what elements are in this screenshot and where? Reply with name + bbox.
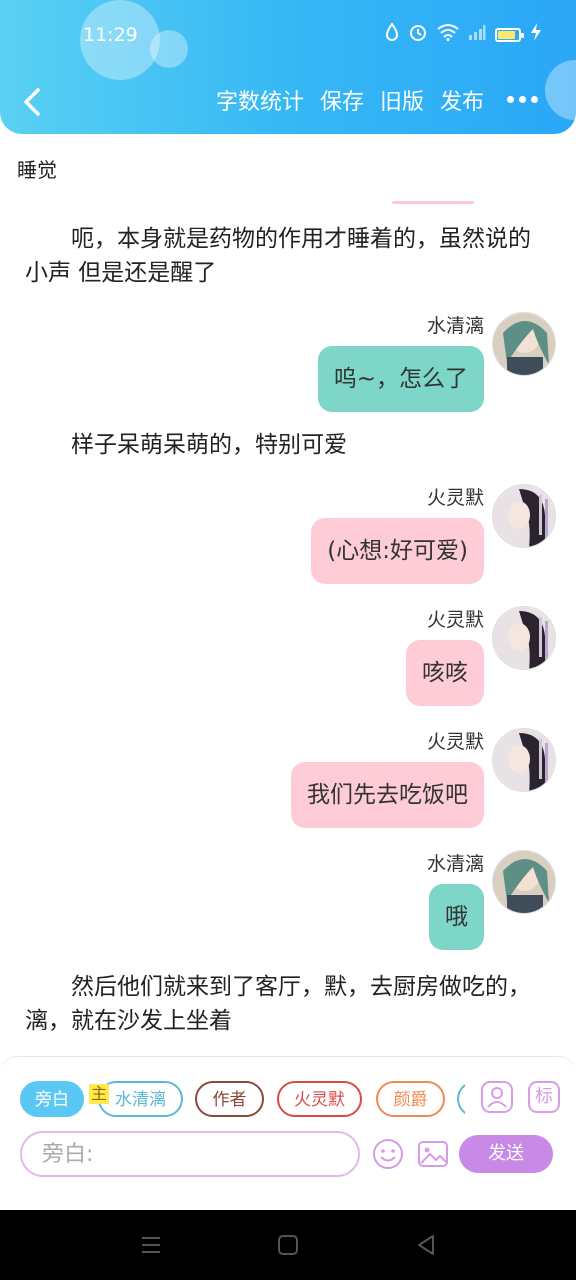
user-icon xyxy=(481,1081,513,1113)
narration-text: 呃，本身就是药物的作用才睡着的，虽然说的小声 但是还是醒了 xyxy=(25,226,531,286)
shuiqingli-avatar[interactable] xyxy=(492,850,556,914)
narration-block[interactable]: 呃，本身就是药物的作用才睡着的，虽然说的小声 但是还是醒了 xyxy=(25,222,545,290)
chat-message[interactable]: 火灵默 咳咳 xyxy=(406,606,556,706)
main-role-tag: 主 xyxy=(89,1084,110,1104)
chat-message[interactable]: 水清漓 呜~，怎么了 xyxy=(317,312,556,412)
message-body: 水清漓 哦 xyxy=(427,850,484,950)
more-dot xyxy=(519,96,526,103)
more-dot xyxy=(507,96,514,103)
sender-name: 水清漓 xyxy=(426,315,484,337)
role-chip-yanjue[interactable]: 颜爵 xyxy=(376,1081,445,1117)
emoji-icon xyxy=(373,1139,403,1169)
more-dot xyxy=(531,96,538,103)
role-manage-button[interactable] xyxy=(480,1080,514,1114)
save-button[interactable]: 保存 xyxy=(320,86,364,120)
image-button[interactable] xyxy=(416,1137,450,1171)
role-chip-author[interactable]: 作者 xyxy=(195,1081,264,1117)
chat-bubble[interactable]: (心想:好可爱) xyxy=(311,518,484,584)
droplet-icon xyxy=(385,22,399,47)
system-nav-bar xyxy=(0,1210,576,1280)
chat-message[interactable]: 火灵默 (心想:好可爱) xyxy=(311,484,556,584)
message-body: 水清漓 呜~，怎么了 xyxy=(317,312,484,412)
role-chip-more[interactable] xyxy=(457,1081,465,1117)
chat-message[interactable]: 水清漓 哦 xyxy=(427,850,556,950)
sender-name: 火灵默 xyxy=(426,731,484,753)
sender-name: 火灵默 xyxy=(426,609,484,631)
publish-button[interactable]: 发布 xyxy=(440,86,484,120)
menu-nav-button[interactable] xyxy=(138,1232,164,1258)
status-time: 11:29 xyxy=(83,24,138,46)
word-count-button[interactable]: 字数统计 xyxy=(216,86,304,120)
chat-bubble[interactable]: 我们先去吃饭吧 xyxy=(291,762,484,828)
role-chip-shuiqingli[interactable]: 水清漓 xyxy=(98,1081,183,1117)
story-title: 睡觉 xyxy=(17,158,57,182)
chat-message[interactable]: 火灵默 我们先去吃饭吧 xyxy=(291,728,556,828)
role-chip-huolingmo[interactable]: 火灵默 xyxy=(277,1081,362,1117)
signal-icon xyxy=(468,23,486,47)
role-selector: 旁白 水清漓 作者 火灵默 颜爵 xyxy=(20,1081,465,1119)
home-square-icon xyxy=(278,1235,298,1255)
wifi-icon xyxy=(437,23,459,47)
chat-bubble[interactable]: 咳咳 xyxy=(406,640,484,706)
emoji-button[interactable] xyxy=(371,1137,405,1171)
huolingmo-avatar[interactable] xyxy=(492,484,556,548)
message-body: 火灵默 我们先去吃饭吧 xyxy=(291,728,484,828)
image-icon xyxy=(418,1141,448,1167)
more-options-button[interactable] xyxy=(507,96,538,103)
narration-text: 然后他们就来到了客厅，默，去厨房做吃的，漓，就在沙发上坐着 xyxy=(25,974,531,1034)
send-button[interactable]: 发送 xyxy=(459,1135,553,1173)
mark-label: 标 xyxy=(535,1086,553,1107)
back-button[interactable] xyxy=(18,84,46,120)
message-input[interactable] xyxy=(20,1131,360,1177)
chevron-left-icon xyxy=(24,88,40,116)
message-body: 火灵默 (心想:好可爱) xyxy=(311,484,484,584)
huolingmo-avatar[interactable] xyxy=(492,606,556,670)
narration-block[interactable]: 然后他们就来到了客厅，默，去厨房做吃的，漓，就在沙发上坐着 xyxy=(25,970,545,1038)
role-chip-narration[interactable]: 旁白 xyxy=(20,1081,84,1117)
huolingmo-avatar[interactable] xyxy=(492,728,556,792)
shuiqingli-avatar[interactable] xyxy=(492,312,556,376)
decor-bubble xyxy=(545,60,576,120)
mark-button[interactable]: 标 xyxy=(527,1080,561,1114)
top-header: 11:29 字数统计 保存 旧版 发布 xyxy=(0,0,576,134)
decor-bubble xyxy=(150,30,188,68)
chat-bubble[interactable]: 呜~，怎么了 xyxy=(317,346,484,412)
back-nav-button[interactable] xyxy=(413,1232,439,1258)
old-version-button[interactable]: 旧版 xyxy=(380,86,424,120)
narration-block[interactable]: 样子呆萌呆萌的，特别可爱 xyxy=(25,428,545,462)
status-icons xyxy=(385,22,542,48)
battery-icon xyxy=(495,28,524,42)
back-triangle-icon xyxy=(418,1235,434,1255)
sender-name: 水清漓 xyxy=(426,853,484,875)
chat-bubble[interactable]: 哦 xyxy=(429,884,484,950)
narration-text: 样子呆萌呆萌的，特别可爱 xyxy=(71,432,347,458)
message-body: 火灵默 咳咳 xyxy=(406,606,484,706)
menu-icon xyxy=(142,1237,160,1253)
header-actions: 字数统计 保存 旧版 发布 xyxy=(216,86,484,120)
alarm-icon xyxy=(408,22,428,48)
sender-name: 火灵默 xyxy=(426,487,484,509)
bubble-edge-decor xyxy=(392,201,474,204)
home-nav-button[interactable] xyxy=(275,1232,301,1258)
charging-icon xyxy=(530,23,542,47)
